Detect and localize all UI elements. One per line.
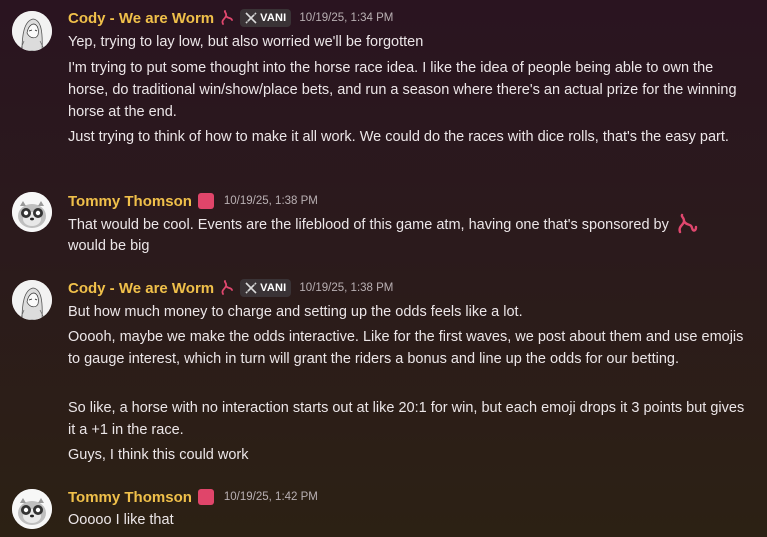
timestamp[interactable]: 10/19/25, 1:42 PM [224,491,318,503]
worm-icon [220,10,234,26]
pink-square-icon [197,193,214,209]
role-tag[interactable]: VANI [240,279,292,297]
message-line: Yep, trying to lay low, but also worried… [68,34,424,50]
hooded-figure-icon [12,280,52,320]
username[interactable]: Tommy Thomson [68,489,192,506]
timestamp[interactable]: 10/19/25, 1:38 PM [224,195,318,207]
avatar[interactable] [12,11,52,51]
message-header: Cody - We are Worm VANI 10/19/25, 1:38 P… [68,278,393,298]
pink-square-icon [197,489,214,505]
message-line: would be big [68,238,150,254]
role-tag-label: VANI [260,12,287,24]
avatar[interactable] [12,280,52,320]
message-line: But how much money to charge and setting… [68,304,523,320]
role-tag[interactable]: VANI [240,9,292,27]
role-tag-label: VANI [260,282,287,294]
message-line: So like, a horse with no interaction sta… [68,400,745,438]
username[interactable]: Tommy Thomson [68,193,192,210]
timestamp[interactable]: 10/19/25, 1:34 PM [299,12,393,24]
raccoon-avatar-icon [12,192,52,232]
worm-icon [220,280,234,296]
message-line: I'm trying to put some thought into the … [68,60,737,120]
message-line: Guys, I think this could work [68,447,249,463]
hooded-figure-icon [12,11,52,51]
crossed-swords-icon [245,282,257,294]
message-line: Ooooo I like that [68,512,174,528]
timestamp[interactable]: 10/19/25, 1:38 PM [299,282,393,294]
message-header: Tommy Thomson 10/19/25, 1:42 PM [68,487,318,507]
message-line: Just trying to think of how to make it a… [68,129,729,145]
message-text: That would be cool. Events are the lifeb… [68,217,669,233]
username[interactable]: Cody - We are Worm [68,280,214,297]
avatar[interactable] [12,192,52,232]
avatar[interactable] [12,489,52,529]
message-header: Cody - We are Worm VANI 10/19/25, 1:34 P… [68,8,393,28]
message-line: Ooooh, maybe we make the odds interactiv… [68,329,744,367]
username[interactable]: Cody - We are Worm [68,10,214,27]
message-header: Tommy Thomson 10/19/25, 1:38 PM [68,191,318,211]
raccoon-avatar-icon [12,489,52,529]
crossed-swords-icon [245,12,257,24]
